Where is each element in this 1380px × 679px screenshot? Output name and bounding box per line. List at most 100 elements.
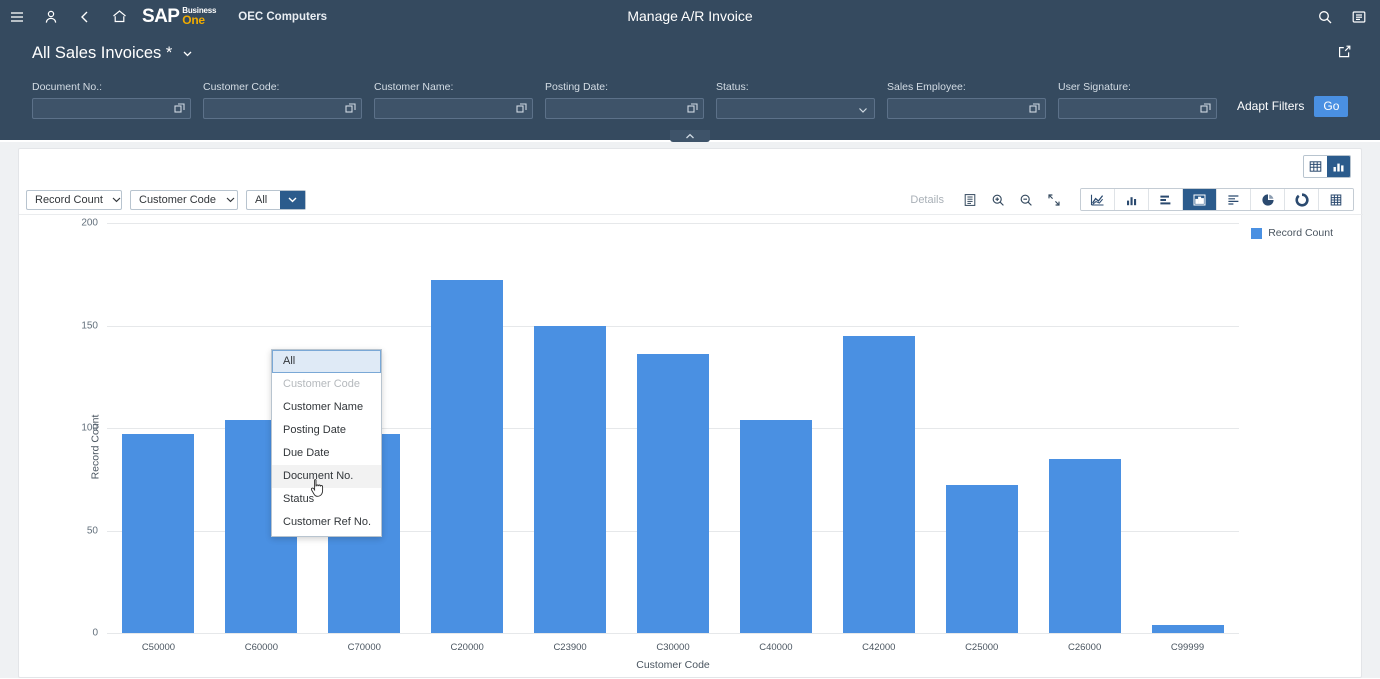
value-help-icon[interactable]: [516, 101, 528, 119]
x-axis-tick-label: C26000: [1067, 642, 1102, 653]
filter-label: User Signature:: [1058, 81, 1131, 93]
chevron-down-icon[interactable]: [224, 191, 237, 209]
customer-code-input[interactable]: [203, 98, 362, 119]
drill-dropdown-menu: All Customer Code Customer Name Posting Dat…: [271, 349, 382, 537]
bar[interactable]: [1151, 624, 1224, 633]
zoom-in-icon[interactable]: [984, 189, 1012, 211]
y-axis-tick-label: 200: [81, 217, 98, 229]
bar[interactable]: [534, 325, 607, 633]
filter-label: Posting Date:: [545, 81, 609, 93]
bar[interactable]: [842, 335, 915, 633]
menu-item-status[interactable]: Status: [272, 488, 381, 511]
search-icon[interactable]: [1308, 0, 1342, 33]
column-chart-icon[interactable]: [1115, 189, 1149, 210]
filter-label: Sales Employee:: [887, 81, 966, 93]
y-axis-tick-label: 100: [81, 422, 98, 434]
x-axis-tick-label: C23900: [553, 642, 587, 653]
status-select[interactable]: [716, 98, 875, 119]
variant-row: All Sales Invoices *: [0, 33, 1380, 73]
filter-field-sales-employee: Sales Employee:: [887, 81, 1046, 119]
bar[interactable]: [739, 419, 812, 633]
bar-slot: C30000: [622, 223, 725, 653]
value-help-icon[interactable]: [1029, 101, 1041, 119]
stacked-bar-chart-icon[interactable]: [1217, 189, 1251, 210]
filter-bar: Document No.: Customer Code: Customer Na…: [0, 81, 1380, 133]
menu-item-due-date[interactable]: Due Date: [272, 442, 381, 465]
x-axis-tick-label: C30000: [656, 642, 690, 653]
line-chart-icon[interactable]: [1081, 189, 1115, 210]
x-axis-tick-label: C60000: [244, 642, 278, 653]
chevron-down-icon[interactable]: [181, 47, 194, 60]
filter-field-user-signature: User Signature:: [1058, 81, 1217, 119]
page-title[interactable]: All Sales Invoices *: [32, 44, 172, 63]
drill-dropdown[interactable]: All: [246, 189, 306, 210]
home-icon[interactable]: [102, 0, 136, 33]
menu-item-document-no[interactable]: Document No.: [272, 465, 381, 488]
filter-label: Customer Code:: [203, 81, 280, 93]
donut-chart-icon[interactable]: [1285, 189, 1319, 210]
filter-label: Customer Name:: [374, 81, 454, 93]
sap-business-one-logo: SAP Business One: [142, 6, 216, 28]
content-area: Record Count Customer Code All Details R…: [0, 142, 1380, 678]
user-icon[interactable]: [34, 0, 68, 33]
menu-item-posting-date[interactable]: Posting Date: [272, 419, 381, 442]
chevron-down-icon[interactable]: [111, 191, 122, 209]
subheader: All Sales Invoices * Document No.: Custo…: [0, 33, 1380, 140]
bar-chart-icon[interactable]: [1149, 189, 1183, 210]
x-axis-tick-label: C25000: [965, 642, 999, 653]
dimension-dropdown-value: Customer Code: [139, 193, 217, 206]
chart-view-toggle[interactable]: [1327, 156, 1350, 177]
filter-field-customer-name: Customer Name:: [374, 81, 533, 119]
sales-employee-input[interactable]: [887, 98, 1046, 119]
bar[interactable]: [431, 280, 504, 633]
pie-chart-icon[interactable]: [1251, 189, 1285, 210]
overflow-menu-icon[interactable]: [1342, 0, 1376, 33]
bar[interactable]: [1048, 458, 1121, 633]
share-icon[interactable]: [1337, 44, 1352, 64]
table-view-toggle[interactable]: [1304, 156, 1327, 177]
measure-dropdown[interactable]: Record Count: [26, 189, 122, 210]
bar[interactable]: [122, 434, 195, 633]
collapse-filter-bar-button[interactable]: [670, 130, 710, 142]
menu-icon[interactable]: [0, 0, 34, 33]
menu-item-customer-name[interactable]: Customer Name: [272, 396, 381, 419]
value-help-icon[interactable]: [1200, 101, 1212, 119]
chevron-down-icon[interactable]: [280, 190, 305, 209]
user-signature-input[interactable]: [1058, 98, 1217, 119]
tenant-name: OEC Computers: [238, 10, 328, 23]
menu-item-customer-ref-no[interactable]: Customer Ref No.: [272, 511, 381, 534]
combined-column-chart-icon[interactable]: [1183, 189, 1217, 210]
chevron-down-icon[interactable]: [857, 103, 869, 121]
posting-date-input[interactable]: [545, 98, 704, 119]
fullscreen-icon[interactable]: [1040, 189, 1068, 211]
legend-list-icon[interactable]: [956, 189, 984, 211]
adapt-filters-button[interactable]: Adapt Filters: [1237, 99, 1304, 113]
dimension-dropdown[interactable]: Customer Code: [130, 189, 238, 210]
filter-field-document-no: Document No.:: [32, 81, 191, 119]
customer-name-input[interactable]: [374, 98, 533, 119]
bar-slot: C99999: [1136, 223, 1239, 653]
menu-item-all[interactable]: All: [272, 350, 381, 373]
bar[interactable]: [636, 354, 709, 633]
heatmap-chart-icon[interactable]: [1319, 189, 1353, 210]
go-button[interactable]: Go: [1314, 96, 1349, 117]
legend-entry-label: Record Count: [1268, 227, 1333, 239]
bar-slot: C40000: [724, 223, 827, 653]
zoom-out-icon[interactable]: [1012, 189, 1040, 211]
filter-label: Document No.:: [32, 81, 103, 93]
bar-slot: C20000: [416, 223, 519, 653]
back-icon[interactable]: [68, 0, 102, 33]
filter-field-posting-date: Posting Date:: [545, 81, 704, 119]
x-axis-tick-label: C20000: [450, 642, 484, 653]
document-no-input[interactable]: [32, 98, 191, 119]
x-axis-tick-label: C70000: [347, 642, 381, 653]
x-axis-title: Customer Code: [636, 659, 710, 671]
value-help-icon[interactable]: [345, 101, 357, 119]
filter-field-status: Status:: [716, 81, 875, 119]
value-help-icon[interactable]: [174, 101, 186, 119]
chart-canvas: Record Count Record Count 0 50 100 150 200 C…: [19, 215, 1363, 679]
bar[interactable]: [945, 485, 1018, 633]
x-axis-tick-label: C99999: [1170, 642, 1205, 653]
y-axis-tick-label: 50: [86, 525, 98, 536]
value-help-icon[interactable]: [687, 101, 699, 119]
